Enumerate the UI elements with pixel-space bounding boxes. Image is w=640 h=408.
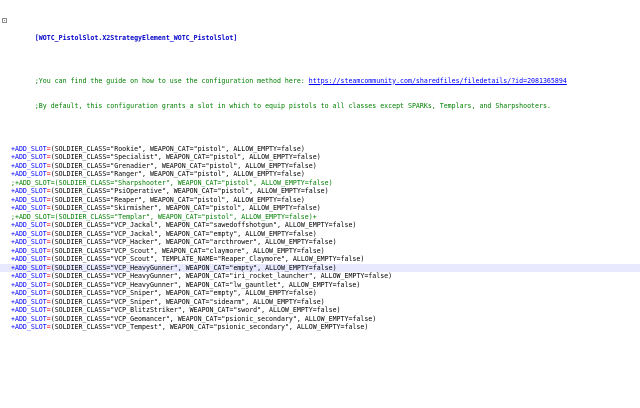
guide-comment-line[interactable]: ;You can find the guide on how to use th… — [0, 68, 640, 85]
config-value: (SOLDIER_CLASS="VCP_BlitzStriker", WEAPO… — [50, 306, 341, 314]
config-value: (SOLDIER_CLASS="VCP_Sniper", WEAPON_CAT=… — [50, 289, 317, 297]
config-key: +ADD_SLOT — [11, 280, 47, 289]
config-line[interactable]: +ADD_SLOT=(SOLDIER_CLASS="VCP_Geomancer"… — [0, 315, 640, 324]
commented-config-line[interactable]: ;+ADD_SLOT=(SOLDIER_CLASS="Templar", WEA… — [0, 213, 640, 222]
config-key: +ADD_SLOT — [11, 314, 47, 323]
config-line[interactable]: +ADD_SLOT=(SOLDIER_CLASS="PsiOperative",… — [0, 187, 640, 196]
config-key: +ADD_SLOT — [11, 323, 47, 331]
config-key: +ADD_SLOT — [11, 170, 47, 178]
config-value: (SOLDIER_CLASS="VCP_Geomancer", WEAPON_C… — [50, 314, 377, 323]
config-key: +ADD_SLOT — [11, 306, 47, 314]
config-value: (SOLDIER_CLASS="VCP_Hacker", WEAPON_CAT=… — [50, 238, 337, 246]
guide-link[interactable]: https://steamcommunity.com/sharedfiles/f… — [309, 77, 567, 85]
code-editor[interactable]: [WOTC_PistolSlot.X2StrategyElement_WOTC_… — [0, 0, 640, 408]
config-value: (SOLDIER_CLASS="VCP_Jackal", WEAPON_CAT=… — [50, 221, 357, 229]
editor-lines[interactable]: [WOTC_PistolSlot.X2StrategyElement_WOTC_… — [0, 0, 640, 332]
config-value: (SOLDIER_CLASS="Skirmisher", WEAPON_CAT=… — [50, 204, 321, 212]
config-value: (SOLDIER_CLASS="VCP_HeavyGunner", WEAPON… — [50, 263, 337, 272]
config-line[interactable]: +ADD_SLOT=(SOLDIER_CLASS="VCP_Sniper", W… — [0, 289, 640, 298]
config-line[interactable]: +ADD_SLOT=(SOLDIER_CLASS="Ranger", WEAPO… — [0, 170, 640, 179]
line-comment: ;+ADD_SLOT=(SOLDIER_CLASS="Sharpshooter"… — [11, 178, 333, 187]
config-line[interactable]: +ADD_SLOT=(SOLDIER_CLASS="Reaper", WEAPO… — [0, 196, 640, 205]
config-key: +ADD_SLOT — [11, 229, 47, 238]
config-value: (SOLDIER_CLASS="VCP_HeavyGunner", WEAPON… — [50, 280, 361, 289]
guide-comment: ;You can find the guide on how to use th… — [34, 76, 309, 85]
config-key: +ADD_SLOT — [11, 161, 47, 170]
config-key: +ADD_SLOT — [11, 187, 47, 195]
config-line[interactable]: +ADD_SLOT=(SOLDIER_CLASS="VCP_Scout", TE… — [0, 255, 640, 264]
config-line[interactable]: +ADD_SLOT=(SOLDIER_CLASS="VCP_HeavyGunne… — [0, 263, 640, 272]
config-line[interactable]: +ADD_SLOT=(SOLDIER_CLASS="Skirmisher", W… — [0, 204, 640, 213]
blank-line[interactable] — [0, 119, 640, 128]
config-line[interactable]: +ADD_SLOT=(SOLDIER_CLASS="VCP_HeavyGunne… — [0, 272, 640, 281]
config-value: (SOLDIER_CLASS="Rookie", WEAPON_CAT="pis… — [50, 144, 305, 153]
config-line[interactable]: +ADD_SLOT=(SOLDIER_CLASS="VCP_BlitzStrik… — [0, 306, 640, 315]
config-line[interactable]: +ADD_SLOT=(SOLDIER_CLASS="Rookie", WEAPO… — [0, 145, 640, 154]
config-line[interactable]: +ADD_SLOT=(SOLDIER_CLASS="Grenadier", WE… — [0, 162, 640, 171]
config-value: (SOLDIER_CLASS="Reaper", WEAPON_CAT="pis… — [50, 195, 305, 204]
config-value: (SOLDIER_CLASS="VCP_Sniper", WEAPON_CAT=… — [50, 297, 325, 306]
config-key: +ADD_SLOT — [11, 153, 47, 161]
config-line[interactable]: +ADD_SLOT=(SOLDIER_CLASS="VCP_Hacker", W… — [0, 238, 640, 247]
config-line[interactable]: +ADD_SLOT=(SOLDIER_CLASS="VCP_Sniper", W… — [0, 298, 640, 307]
config-line[interactable]: +ADD_SLOT=(SOLDIER_CLASS="VCP_HeavyGunne… — [0, 281, 640, 290]
line-comment: ;+ADD_SLOT=(SOLDIER_CLASS="Templar", WEA… — [11, 212, 317, 221]
config-value: (SOLDIER_CLASS="VCP_Jackal", WEAPON_CAT=… — [50, 229, 317, 238]
config-value: (SOLDIER_CLASS="VCP_Tempest", WEAPON_CAT… — [50, 323, 369, 331]
config-key: +ADD_SLOT — [11, 238, 47, 246]
config-value: (SOLDIER_CLASS="Specialist", WEAPON_CAT=… — [50, 153, 321, 161]
config-line[interactable]: +ADD_SLOT=(SOLDIER_CLASS="VCP_Scout", WE… — [0, 247, 640, 256]
config-key: +ADD_SLOT — [11, 195, 47, 204]
section-header: [WOTC_PistolSlot.X2StrategyElement_WOTC_… — [34, 34, 238, 42]
config-key: +ADD_SLOT — [11, 289, 47, 297]
config-key: +ADD_SLOT — [11, 204, 47, 212]
config-key: +ADD_SLOT — [11, 272, 47, 280]
blank-line[interactable] — [0, 43, 640, 52]
config-key: +ADD_SLOT — [11, 221, 47, 229]
section-header-line[interactable]: [WOTC_PistolSlot.X2StrategyElement_WOTC_… — [0, 17, 640, 42]
config-value: (SOLDIER_CLASS="VCP_Scout", TEMPLATE_NAM… — [50, 255, 365, 263]
config-value: (SOLDIER_CLASS="PsiOperative", WEAPON_CA… — [50, 187, 329, 195]
config-key: +ADD_SLOT — [11, 255, 47, 263]
config-value: (SOLDIER_CLASS="Grenadier", WEAPON_CAT="… — [50, 161, 317, 170]
config-line[interactable]: +ADD_SLOT=(SOLDIER_CLASS="Specialist", W… — [0, 153, 640, 162]
config-line[interactable]: +ADD_SLOT=(SOLDIER_CLASS="VCP_Jackal", W… — [0, 221, 640, 230]
commented-config-line[interactable]: ;+ADD_SLOT=(SOLDIER_CLASS="Sharpshooter"… — [0, 179, 640, 188]
config-value: (SOLDIER_CLASS="VCP_HeavyGunner", WEAPON… — [50, 272, 393, 280]
config-value: (SOLDIER_CLASS="Ranger", WEAPON_CAT="pis… — [50, 170, 305, 178]
config-value: (SOLDIER_CLASS="VCP_Scout", WEAPON_CAT="… — [50, 246, 325, 255]
config-line[interactable]: +ADD_SLOT=(SOLDIER_CLASS="VCP_Jackal", W… — [0, 230, 640, 239]
default-comment: ;By default, this configuration grants a… — [34, 102, 551, 110]
config-key: +ADD_SLOT — [11, 246, 47, 255]
config-key: +ADD_SLOT — [11, 263, 47, 272]
fold-toggle-icon[interactable] — [2, 18, 7, 23]
config-key: +ADD_SLOT — [11, 297, 47, 306]
config-key: +ADD_SLOT — [11, 144, 47, 153]
config-line[interactable]: +ADD_SLOT=(SOLDIER_CLASS="VCP_Tempest", … — [0, 323, 640, 332]
default-comment-line[interactable]: ;By default, this configuration grants a… — [0, 94, 640, 110]
